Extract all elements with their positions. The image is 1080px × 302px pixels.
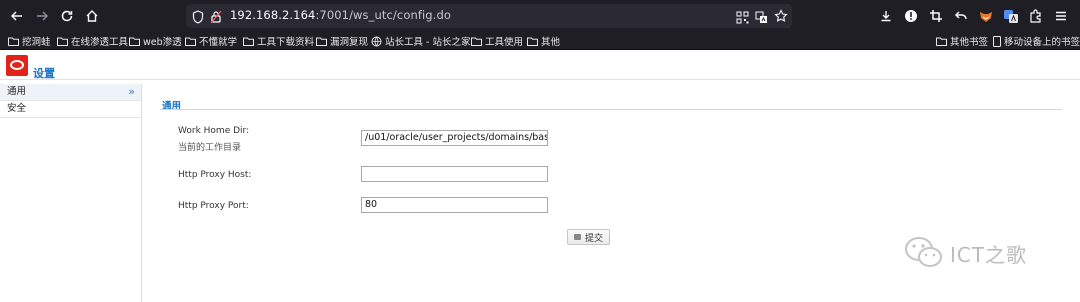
downloads-icon[interactable] [877,7,895,25]
save-icon [573,234,581,240]
bookmark-folder[interactable]: web渗透 [129,34,182,48]
divider [0,117,141,118]
mobile-bookmarks-folder[interactable]: 移动设备上的书签 [993,34,1080,48]
bookmark-link[interactable]: 站长工具 - 站长之家 [371,34,470,48]
work-home-dir-input[interactable]: /u01/oracle/user_projects/domains/base_d… [361,130,548,146]
work-home-dir-label: Work Home Dir: [178,126,250,136]
bookmarks-bar: 挖洞蛙 在线渗透工具 web渗透 不懂就学 工具下载资料 漏洞复现 站长工具 -… [0,32,1080,50]
address-bar[interactable]: 192.168.2.164:7001/ws_utc/config.do [186,4,792,28]
http-proxy-port-label: Http Proxy Port: [178,201,249,211]
sidebar-item-label: 通用 [7,86,27,97]
wechat-logo-icon [904,236,944,270]
bookmark-star-icon[interactable] [774,8,788,27]
shield-icon[interactable] [192,9,204,28]
translate-icon[interactable] [755,9,768,28]
folder-icon [185,37,196,46]
folder-icon [471,37,482,46]
bookmark-folder[interactable]: 漏洞复现 [316,34,368,48]
oracle-logo-icon [6,55,28,76]
forward-icon[interactable] [33,7,51,25]
bookmark-folder[interactable]: 其他 [527,34,560,48]
url-text: 192.168.2.164:7001/ws_utc/config.do [230,8,451,22]
undo-arrow-icon[interactable] [952,7,970,25]
extension-info-icon[interactable] [902,7,920,25]
insecure-lock-icon[interactable] [210,9,222,28]
crop-icon[interactable] [927,7,945,25]
folder-icon [8,37,19,46]
submit-button[interactable]: 提交 [567,229,610,245]
page-title: 设置 [33,67,55,80]
other-bookmarks-folder[interactable]: 其他书签 [936,34,988,48]
globe-icon [371,36,382,46]
home-icon[interactable] [83,7,101,25]
folder-icon [936,37,947,46]
folder-icon [57,37,68,46]
fox-extension-icon[interactable] [977,7,995,25]
double-chevron-right-icon: » [128,85,135,98]
qr-code-icon[interactable] [736,9,749,28]
submit-label: 提交 [584,233,603,244]
http-proxy-port-input[interactable]: 80 [361,197,548,213]
bookmark-folder[interactable]: 不懂就学 [185,34,237,48]
page-header [0,50,1080,80]
bookmark-folder[interactable]: 挖洞蛙 [8,34,51,48]
folder-icon [129,37,140,46]
watermark-text: ICT之歌 [950,242,1028,267]
work-home-dir-sublabel: 当前的工作目录 [178,143,242,153]
watermark: ICT之歌 [904,236,1027,270]
sidebar-item-security[interactable]: 安全 [0,101,141,117]
folder-icon [316,37,327,46]
bookmark-folder[interactable]: 工具使用 [471,34,523,48]
http-proxy-host-label: Http Proxy Host: [178,170,252,180]
sidebar-item-general[interactable]: 通用 » [0,84,141,100]
sidebar: 通用 » 安全 [0,84,142,302]
bookmark-folder[interactable]: 工具下载资料 [243,34,314,48]
menu-icon[interactable] [1052,7,1070,25]
translate-extension-icon[interactable] [1002,7,1020,25]
mobile-device-icon [993,35,1001,47]
folder-icon [243,37,254,46]
http-proxy-host-input[interactable] [361,166,548,182]
divider [160,109,1062,110]
folder-icon [527,37,538,46]
extensions-puzzle-icon[interactable] [1027,7,1045,25]
bookmark-folder[interactable]: 在线渗透工具 [57,34,128,48]
back-icon[interactable] [8,7,26,25]
reload-icon[interactable] [58,7,76,25]
browser-toolbar: 192.168.2.164:7001/ws_utc/config.do [0,0,1080,32]
sidebar-item-label: 安全 [7,103,27,114]
